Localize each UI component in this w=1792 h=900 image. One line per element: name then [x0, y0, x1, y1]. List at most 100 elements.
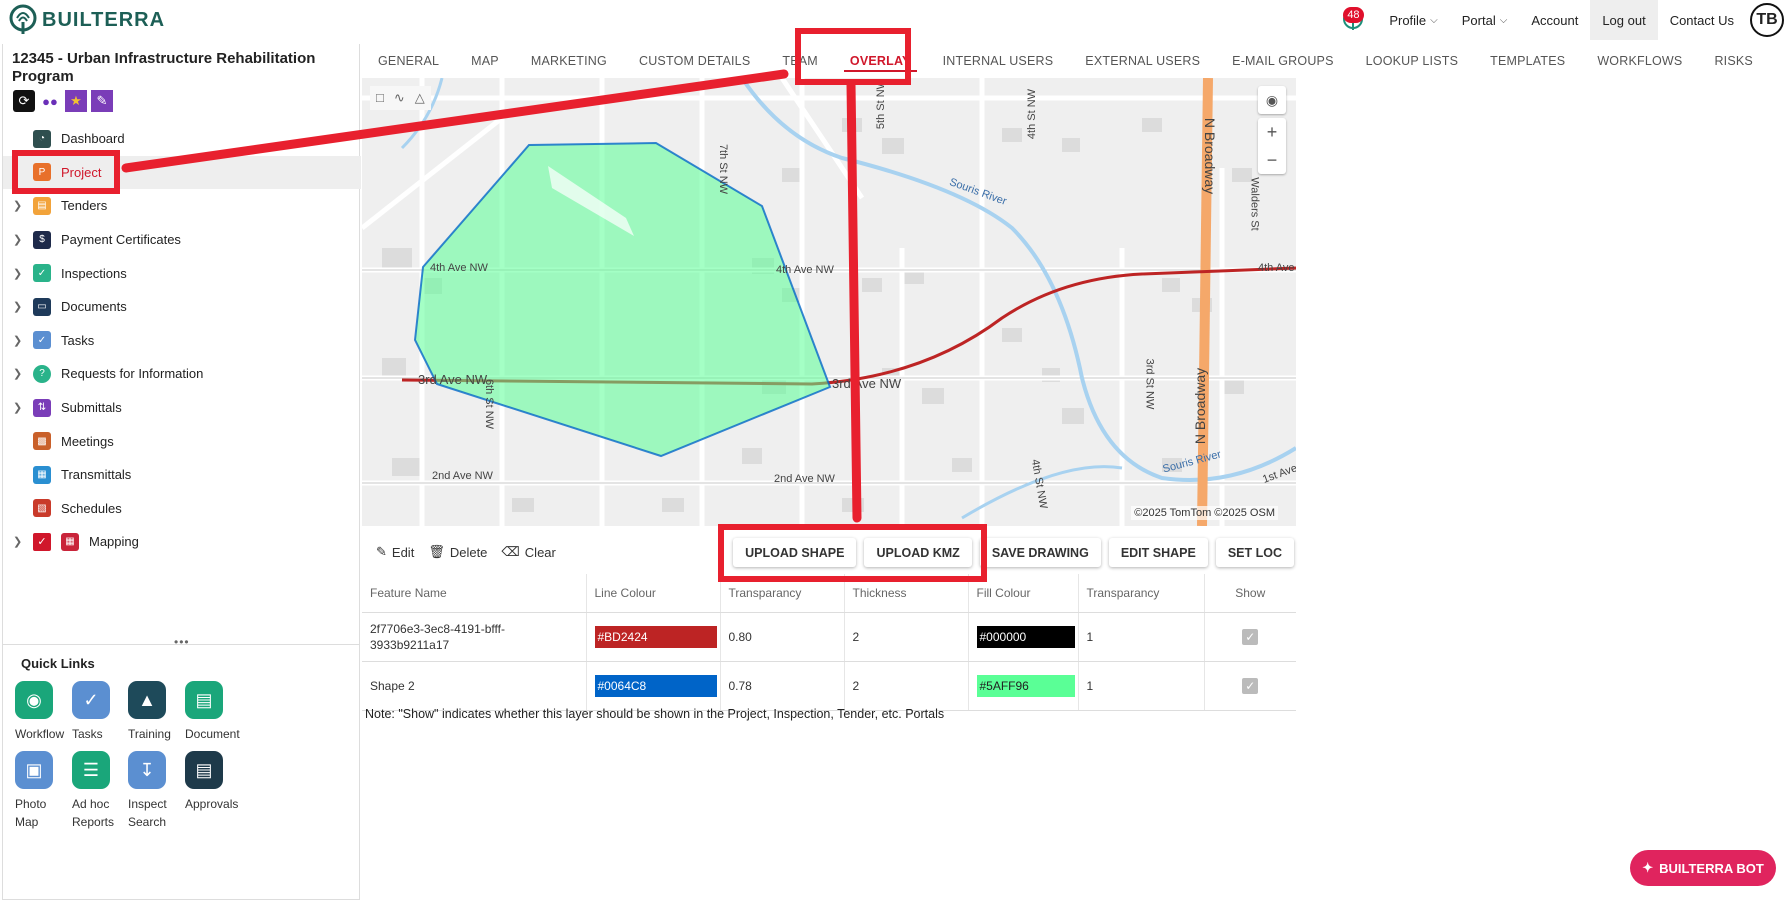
sidebar-item-submittals[interactable]: ❯ ⇅ Submittals [3, 391, 361, 425]
line-colour-swatch[interactable]: #BD2424 [594, 625, 717, 648]
tab-custom-details[interactable]: Custom Details [623, 44, 766, 78]
sidebar-item-tasks[interactable]: ❯ ✓ Tasks [3, 324, 361, 358]
save-drawing-button[interactable]: SAVE DRAWING [979, 538, 1101, 567]
column-header[interactable]: Feature Name [362, 574, 587, 613]
feature-name-cell[interactable]: Shape 2 [362, 661, 587, 711]
sidebar-item-rfi[interactable]: ❯ ? Requests for Information [3, 357, 361, 391]
table-row[interactable]: 2f7706e3-3ec8-4191-bfff-3933b9211a17 #BD… [362, 612, 1296, 662]
tab-marketing[interactable]: Marketing [515, 44, 623, 78]
chevron-right-icon[interactable]: ❯ [13, 401, 29, 414]
street-label: N Broadway [1202, 117, 1219, 195]
team-icon[interactable]: ●● [39, 90, 61, 112]
builterra-bot-button[interactable]: ✦ BUILTERRA BOT [1630, 850, 1776, 886]
download-icon: ↧ [128, 751, 166, 789]
sidebar-item-inspections[interactable]: ❯ ✓ Inspections [3, 256, 361, 290]
chevron-right-icon[interactable]: ❯ [13, 300, 29, 313]
layers-icon[interactable]: ◉ [1258, 86, 1286, 114]
fill-transparency-cell[interactable]: 1 [1078, 661, 1205, 711]
line-transparency-cell[interactable]: 0.80 [720, 612, 845, 662]
delete-button[interactable]: 🗑 Delete [428, 544, 487, 560]
edit-button[interactable]: ✎ Edit [376, 544, 414, 560]
quick-link-document[interactable]: ▤ Document [185, 681, 245, 743]
chevron-right-icon[interactable]: ❯ [13, 535, 29, 548]
column-header[interactable]: Thickness [844, 574, 969, 613]
sidebar-item-tenders[interactable]: ❯ ▤ Tenders [3, 189, 361, 223]
column-header[interactable]: Transparancy [720, 574, 845, 613]
sidebar-item-label: Payment Certificates [61, 232, 181, 248]
sidebar-item-transmittals[interactable]: ▦ Transmittals [3, 458, 361, 492]
quick-link-tasks[interactable]: ✓ Tasks [72, 681, 132, 743]
sidebar-item-mapping[interactable]: ❯ ✓ ▦ Mapping [3, 525, 361, 559]
quick-link-training[interactable]: ▲ Training [128, 681, 188, 743]
mapping-checkbox[interactable]: ✓ [33, 532, 51, 551]
draw-shape-icon[interactable]: △ [415, 90, 425, 106]
star-icon[interactable]: ★ [65, 90, 87, 112]
edit-note-icon[interactable]: ✎ [91, 90, 113, 112]
chevron-right-icon[interactable]: ❯ [13, 367, 29, 380]
tab-risks[interactable]: Risks [1698, 44, 1769, 78]
notifications-button[interactable]: 48 [1329, 0, 1377, 40]
tab-team[interactable]: Team [766, 44, 834, 78]
contact-us-link[interactable]: Contact Us [1658, 0, 1746, 40]
profile-menu[interactable]: Profile ⌵ [1377, 0, 1449, 40]
logout-link[interactable]: Log out [1590, 0, 1658, 40]
chevron-right-icon[interactable]: ❯ [13, 199, 29, 212]
line-colour-swatch[interactable]: #0064C8 [594, 674, 717, 697]
column-header[interactable]: Line Colour [586, 574, 721, 613]
thickness-cell[interactable]: 2 [844, 612, 969, 662]
tab-external-users[interactable]: External Users [1069, 44, 1216, 78]
tab-templates[interactable]: Templates [1474, 44, 1581, 78]
avatar[interactable]: TB [1750, 3, 1784, 37]
sidebar-item-documents[interactable]: ❯ ▭ Documents [3, 290, 361, 324]
thickness-cell[interactable]: 2 [844, 661, 969, 711]
column-header[interactable]: Transparancy [1078, 574, 1205, 613]
tab-general[interactable]: General [362, 44, 455, 78]
tab-email-groups[interactable]: E-mail Groups [1216, 44, 1349, 78]
tab-overlay[interactable]: Overlay [834, 44, 927, 78]
tab-workflows[interactable]: Workflows [1581, 44, 1698, 78]
feature-name-cell[interactable]: 2f7706e3-3ec8-4191-bfff-3933b9211a17 [362, 612, 587, 662]
sidebar-item-payment-certificates[interactable]: ❯ $ Payment Certificates [3, 223, 361, 257]
tab-lookup-lists[interactable]: Lookup Lists [1350, 44, 1474, 78]
quick-link-approvals[interactable]: ▤ Approvals [185, 751, 245, 813]
upload-kmz-button[interactable]: UPLOAD KMZ [864, 538, 972, 567]
clear-button[interactable]: ⌫ Clear [501, 544, 555, 560]
overlay-map[interactable]: 4th Ave NW 4th Ave NW 4th Ave 3rd Ave NW… [362, 78, 1296, 526]
quick-link-workflow[interactable]: ◉ Workflow [15, 681, 75, 743]
street-label: Walders St [1248, 177, 1261, 231]
sidebar-item-project[interactable]: P Project [3, 155, 361, 190]
tab-internal-users[interactable]: Internal Users [927, 44, 1070, 78]
sidebar-item-dashboard[interactable]: ◔ Dashboard [3, 122, 361, 156]
documents-icon: ▭ [33, 297, 51, 316]
line-transparency-cell[interactable]: 0.78 [720, 661, 845, 711]
draw-polygon-icon[interactable]: □ [376, 90, 384, 106]
sidebar-item-schedules[interactable]: ▧ Schedules [3, 492, 361, 526]
zoom-out-button[interactable]: − [1258, 146, 1286, 174]
chevron-right-icon[interactable]: ❯ [13, 233, 29, 246]
show-checkbox[interactable]: ✓ [1242, 677, 1259, 694]
sidebar-item-meetings[interactable]: ▩ Meetings [3, 424, 361, 458]
panel-resize-handle[interactable]: ••• [174, 635, 190, 649]
edit-shape-button[interactable]: EDIT SHAPE [1108, 538, 1208, 567]
account-link[interactable]: Account [1519, 0, 1590, 40]
fill-colour-swatch[interactable]: #5AFF96 [976, 674, 1075, 697]
column-header[interactable]: Fill Colour [968, 574, 1079, 613]
fill-colour-swatch[interactable]: #000000 [976, 625, 1075, 648]
table-row[interactable]: Shape 2 #0064C8 0.78 2 #5AFF96 1 ✓ [362, 661, 1296, 711]
quick-link-ad-hoc-reports[interactable]: ☰ Ad hoc Reports [72, 751, 120, 831]
fill-transparency-cell[interactable]: 1 [1078, 612, 1205, 662]
upload-shape-button[interactable]: UPLOAD SHAPE [733, 538, 857, 567]
show-checkbox[interactable]: ✓ [1242, 628, 1259, 645]
refresh-icon[interactable]: ⟳ [13, 90, 35, 112]
draw-line-icon[interactable]: ∿ [394, 90, 405, 106]
set-loc-button[interactable]: SET LOC [1215, 538, 1294, 567]
column-header[interactable]: Show [1204, 574, 1296, 613]
quick-link-photo-map[interactable]: ▣ Photo Map [15, 751, 63, 831]
zoom-in-button[interactable]: + [1258, 118, 1286, 146]
portal-menu[interactable]: Portal ⌵ [1450, 0, 1520, 40]
builterra-logo[interactable]: BUILTERRA [8, 4, 165, 36]
tab-map[interactable]: Map [455, 44, 515, 78]
chevron-right-icon[interactable]: ❯ [13, 267, 29, 280]
chevron-right-icon[interactable]: ❯ [13, 334, 29, 347]
quick-link-inspect-search[interactable]: ↧ Inspect Search [128, 751, 176, 831]
